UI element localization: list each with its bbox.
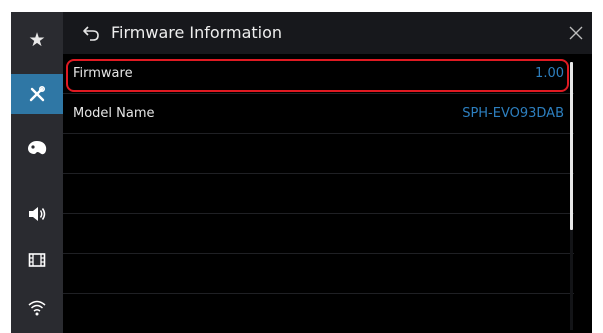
- page-title: Firmware Information: [111, 23, 283, 42]
- list-item-empty: [63, 134, 574, 174]
- sidebar-item-audio[interactable]: [11, 194, 63, 234]
- list-item-empty: [63, 294, 574, 333]
- tools-icon: [29, 85, 46, 102]
- row-value: SPH-EVO93DAB: [462, 106, 564, 121]
- row-label: Model Name: [73, 106, 155, 121]
- selection-highlight: [66, 59, 569, 92]
- wifi-icon: [28, 300, 46, 316]
- sidebar-item-theme[interactable]: [11, 128, 63, 168]
- film-icon: [28, 253, 46, 267]
- close-icon[interactable]: [569, 26, 583, 40]
- palette-icon: [28, 141, 47, 155]
- list-item-model-name[interactable]: Model Name SPH-EVO93DAB: [63, 94, 574, 134]
- speaker-icon: [29, 207, 46, 221]
- header-bar: Firmware Information: [63, 12, 592, 54]
- sidebar-item-settings[interactable]: [11, 74, 63, 114]
- list-item-empty: [63, 174, 574, 214]
- scrollbar-thumb[interactable]: [570, 62, 573, 230]
- info-list: Firmware 1.00 Model Name SPH-EVO93DAB: [63, 54, 574, 333]
- sidebar-item-video[interactable]: [11, 240, 63, 280]
- back-arrow-icon[interactable]: [81, 23, 101, 43]
- list-item-empty: [63, 214, 574, 254]
- star-icon: ★: [28, 28, 46, 51]
- screen: ★ Firmware Information Firmware 1.00 Mod…: [11, 12, 592, 333]
- list-item-empty: [63, 254, 574, 294]
- sidebar-item-wireless[interactable]: [11, 288, 63, 328]
- sidebar: ★: [11, 12, 63, 333]
- sidebar-item-favorites[interactable]: ★: [11, 20, 63, 60]
